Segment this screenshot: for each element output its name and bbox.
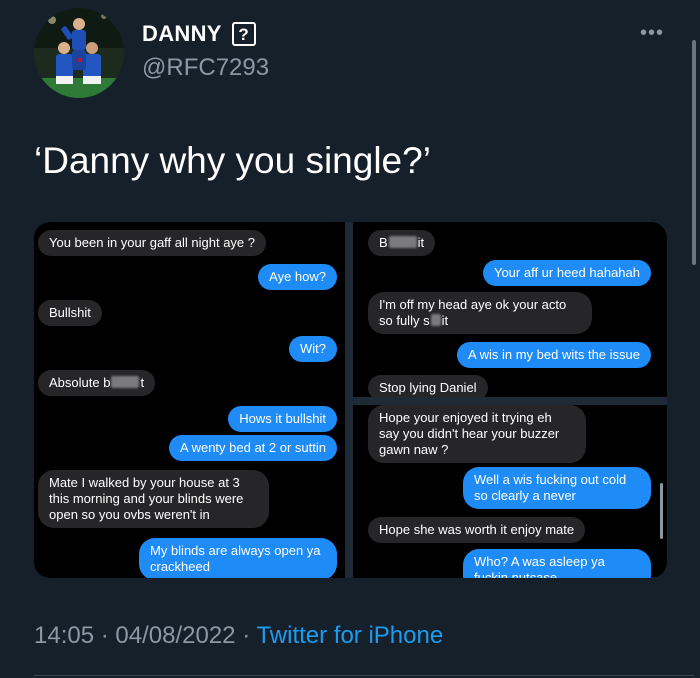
tweet-text: ‘Danny why you single?’ — [34, 140, 431, 181]
redaction-blur — [430, 314, 441, 326]
message-sent: A wis in my bed wits the issue — [457, 342, 651, 368]
message-sent: Wit? — [289, 336, 337, 362]
message-text: I'm off my head aye ok your acto so full… — [379, 297, 567, 328]
message-received: Stop lying Daniel — [368, 375, 488, 397]
page-scrollbar[interactable] — [692, 40, 696, 265]
display-name-text: DANNY — [142, 21, 222, 46]
message-sent: My blinds are always open ya crackheed — [139, 538, 337, 578]
redaction-blur — [111, 376, 140, 388]
more-options-icon[interactable]: ••• — [640, 22, 664, 45]
message-received: Hope your enjoyed it trying eh say you d… — [368, 405, 586, 463]
display-name[interactable]: DANNY ? — [142, 21, 256, 47]
message-text: t — [140, 375, 145, 390]
screenshot-bottom-right[interactable]: Hope your enjoyed it trying eh say you d… — [353, 405, 667, 578]
message-received: Mate I walked by your house at 3 this mo… — [38, 470, 269, 528]
message-received-redacted: I'm off my head aye ok your acto so full… — [368, 292, 592, 334]
tweet-media[interactable]: You been in your gaff all night aye ? Ay… — [34, 222, 667, 578]
separator-dot: · — [242, 622, 251, 649]
message-text: it — [417, 235, 425, 250]
message-sent: Well a wis fucking out cold so clearly a… — [463, 467, 651, 509]
question-box-icon: ? — [231, 22, 256, 46]
message-sent: Who? A was asleep ya fuckin nutcase — [463, 549, 651, 578]
avatar[interactable] — [34, 8, 124, 98]
message-received: Bullshit — [38, 300, 102, 326]
tweet-source-link[interactable]: Twitter for iPhone — [256, 622, 443, 649]
divider — [34, 675, 694, 676]
message-text: it — [441, 313, 449, 328]
message-sent: A wenty bed at 2 or suttin — [169, 435, 337, 461]
message-received-redacted: Absolute b t — [38, 370, 156, 396]
separator-dot: · — [100, 622, 109, 649]
screenshot-left[interactable]: You been in your gaff all night aye ? Ay… — [34, 222, 345, 578]
tweet-meta: 14:05 · 04/08/2022 · Twitter for iPhone — [34, 622, 443, 650]
user-handle[interactable]: @RFC7293 — [142, 54, 269, 82]
message-received: You been in your gaff all night aye ? — [38, 230, 266, 256]
scroll-indicator — [660, 483, 663, 539]
tweet-time[interactable]: 14:05 — [34, 622, 94, 649]
message-sent: Your aff ur heed hahahah — [482, 260, 651, 286]
tweet-date[interactable]: 04/08/2022 — [115, 622, 235, 649]
message-sent: Hows it bullshit — [228, 406, 337, 432]
message-received: Hope she was worth it enjoy mate — [368, 517, 586, 543]
message-sent: Aye how? — [258, 264, 337, 290]
message-text: B — [379, 235, 388, 250]
redaction-blur — [388, 236, 417, 248]
message-received-redacted: Bit — [368, 230, 436, 256]
message-text: Absolute b — [49, 375, 111, 390]
screenshot-top-right[interactable]: Bit Your aff ur heed hahahah I'm off my … — [353, 222, 667, 397]
avatar-photo-footballers — [34, 8, 124, 98]
